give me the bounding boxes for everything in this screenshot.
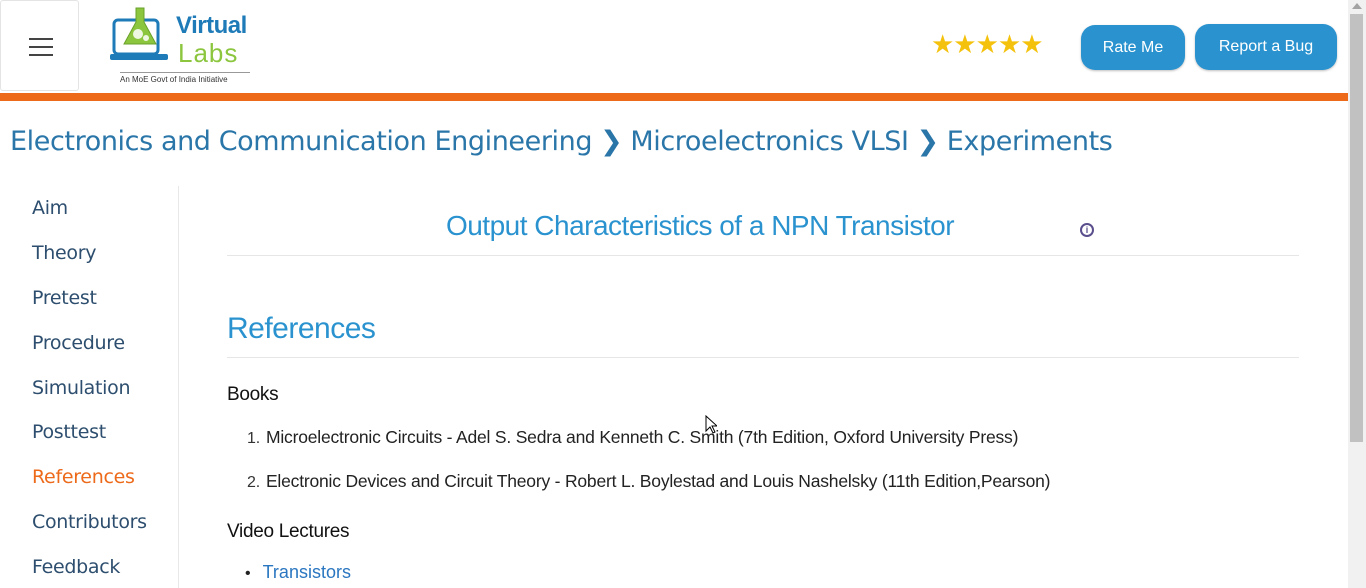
section-title: References xyxy=(227,312,376,345)
divider xyxy=(227,255,1299,256)
chevron-right-icon: ❯ xyxy=(600,126,623,157)
list-number: 2. xyxy=(247,474,260,491)
breadcrumb: Electronics and Communication Engineerin… xyxy=(10,126,1113,157)
sidebar-item-posttest[interactable]: Posttest xyxy=(32,421,106,443)
sidebar-item-aim[interactable]: Aim xyxy=(32,197,68,219)
books-heading: Books xyxy=(227,384,279,405)
sidebar-nav: Aim Theory Pretest Procedure Simulation … xyxy=(0,186,179,588)
rating-stars[interactable]: ★★★★★ xyxy=(931,31,1044,57)
rate-me-button[interactable]: Rate Me xyxy=(1081,25,1185,70)
info-icon[interactable]: i xyxy=(1080,223,1094,237)
menu-bar-icon xyxy=(29,38,53,40)
hamburger-menu-button[interactable] xyxy=(0,0,79,91)
breadcrumb-lab[interactable]: Microelectronics VLSI xyxy=(630,126,909,157)
sidebar-item-simulation[interactable]: Simulation xyxy=(32,377,131,399)
top-header: Virtual Labs An MoE Govt of India Initia… xyxy=(0,0,1348,93)
sidebar-item-pretest[interactable]: Pretest xyxy=(32,287,97,309)
sidebar-item-theory[interactable]: Theory xyxy=(32,242,97,264)
list-item: • Transistors xyxy=(245,562,351,583)
list-item: 1. Microelectronic Circuits - Adel S. Sed… xyxy=(247,427,1018,448)
divider xyxy=(227,357,1299,358)
header-accent-bar xyxy=(0,93,1348,101)
experiment-title: Output Characteristics of a NPN Transist… xyxy=(445,210,955,241)
virtual-labs-logo[interactable]: Virtual Labs An MoE Govt of India Initia… xyxy=(110,6,255,86)
logo-tagline: An MoE Govt of India Initiative xyxy=(120,72,250,84)
video-link-transistors[interactable]: Transistors xyxy=(263,562,351,582)
scrollbar-thumb[interactable] xyxy=(1350,14,1363,442)
book-reference-text: Electronic Devices and Circuit Theory - … xyxy=(265,471,1051,491)
chevron-right-icon: ❯ xyxy=(916,126,940,157)
logo-text-virtual: Virtual xyxy=(176,12,247,39)
sidebar-item-contributors[interactable]: Contributors xyxy=(32,511,147,533)
list-number: 1. xyxy=(247,430,260,447)
scroll-up-arrow-icon[interactable] xyxy=(1352,3,1362,9)
sidebar-item-procedure[interactable]: Procedure xyxy=(32,332,125,354)
video-lectures-heading: Video Lectures xyxy=(227,521,350,542)
lab-flask-icon xyxy=(110,7,168,60)
report-bug-button[interactable]: Report a Bug xyxy=(1195,24,1337,70)
mouse-cursor-icon xyxy=(705,415,717,434)
logo-text-labs: Labs xyxy=(178,38,239,68)
breadcrumb-discipline[interactable]: Electronics and Communication Engineerin… xyxy=(10,126,593,157)
menu-bar-icon xyxy=(29,54,53,56)
menu-bar-icon xyxy=(29,46,53,48)
list-item: 2. Electronic Devices and Circuit Theory … xyxy=(247,471,1051,492)
list-bullet: • xyxy=(245,565,251,582)
sidebar-item-references[interactable]: References xyxy=(32,466,135,488)
breadcrumb-experiments[interactable]: Experiments xyxy=(947,126,1113,157)
sidebar-item-feedback[interactable]: Feedback xyxy=(32,556,120,578)
book-reference-text: Microelectronic Circuits - Adel S. Sedra… xyxy=(265,427,1019,447)
